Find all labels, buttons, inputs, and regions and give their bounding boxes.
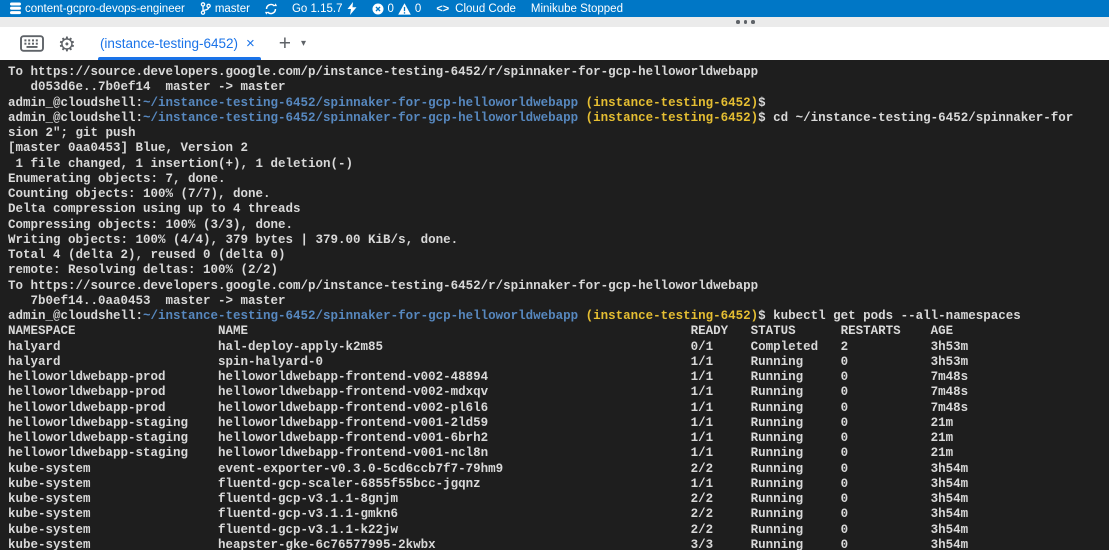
code-brackets-icon: <> <box>436 3 449 15</box>
terminal-line: To https://source.developers.google.com/… <box>8 279 1109 294</box>
branch-label: master <box>215 3 250 15</box>
terminal-line: kube-system fluentd-gcp-v3.1.1-gmkn6 2/2… <box>8 507 1109 522</box>
keyboard-button[interactable] <box>20 35 44 52</box>
terminal-line: kube-system fluentd-gcp-v3.1.1-8gnjm 2/2… <box>8 492 1109 507</box>
sync-icon <box>265 3 277 15</box>
cloud-code-label: Cloud Code <box>455 3 516 15</box>
terminal-line: kube-system event-exporter-v0.3.0-5cd6cc… <box>8 462 1109 477</box>
terminal-line: 7b0ef14..0aa0453 master -> master <box>8 294 1109 309</box>
terminal-line: kube-system heapster-gke-6c76577995-2kwb… <box>8 538 1109 550</box>
terminal-line: Counting objects: 100% (7/7), done. <box>8 187 1109 202</box>
terminal-line: remote: Resolving deltas: 100% (2/2) <box>8 263 1109 278</box>
terminal-line: admin_@cloudshell:~/instance-testing-645… <box>8 309 1109 324</box>
terminal-line: kube-system fluentd-gcp-v3.1.1-k22jw 2/2… <box>8 523 1109 538</box>
warning-count: 0 <box>415 3 421 15</box>
terminal-line: NAMESPACE NAME READY STATUS RESTARTS AGE <box>8 324 1109 339</box>
statusbar-problems-item[interactable]: 0 0 <box>372 3 422 15</box>
statusbar-cloud-code-item[interactable]: <> Cloud Code <box>436 3 516 15</box>
plus-icon: + <box>279 35 291 53</box>
project-label: content-gcpro-devops-engineer <box>25 3 185 15</box>
error-count: 0 <box>388 3 394 15</box>
terminal[interactable]: To https://source.developers.google.com/… <box>0 60 1109 550</box>
terminal-line: halyard hal-deploy-apply-k2m85 0/1 Compl… <box>8 340 1109 355</box>
statusbar-project-item[interactable]: content-gcpro-devops-engineer <box>10 2 185 15</box>
terminal-line: [master 0aa0453] Blue, Version 2 <box>8 141 1109 156</box>
terminal-line: helloworldwebapp-prod helloworldwebapp-f… <box>8 385 1109 400</box>
go-version-label: Go 1.15.7 <box>292 3 343 15</box>
terminal-line: d053d6e..7b0ef14 master -> master <box>8 80 1109 95</box>
terminal-line: To https://source.developers.google.com/… <box>8 65 1109 80</box>
terminal-line: admin_@cloudshell:~/instance-testing-645… <box>8 111 1109 126</box>
panel-resize-strip[interactable] <box>0 17 1109 27</box>
status-bar: content-gcpro-devops-engineer master Go … <box>0 0 1109 17</box>
terminal-line: 1 file changed, 1 insertion(+), 1 deleti… <box>8 157 1109 172</box>
tab-label: (instance-testing-6452) <box>100 36 238 51</box>
chevron-down-icon: ▾ <box>301 38 306 49</box>
terminal-line: halyard spin-halyard-0 1/1 Running 0 3h5… <box>8 355 1109 370</box>
terminal-line: admin_@cloudshell:~/instance-testing-645… <box>8 96 1109 111</box>
statusbar-go-item[interactable]: Go 1.15.7 <box>292 2 357 15</box>
statusbar-sync-item[interactable] <box>265 3 277 15</box>
database-icon <box>10 2 21 15</box>
tab-instance-testing-6452[interactable]: (instance-testing-6452) × <box>98 27 261 60</box>
terminal-line: sion 2"; git push <box>8 126 1109 141</box>
lightning-icon <box>347 2 357 15</box>
drag-handle-icon[interactable] <box>736 20 755 24</box>
minikube-status-label: Minikube Stopped <box>531 3 623 15</box>
terminal-line: Enumerating objects: 7, done. <box>8 172 1109 187</box>
statusbar-minikube-item[interactable]: Minikube Stopped <box>531 3 623 15</box>
terminal-line: Writing objects: 100% (4/4), 379 bytes |… <box>8 233 1109 248</box>
terminal-line: kube-system fluentd-gcp-scaler-6855f55bc… <box>8 477 1109 492</box>
terminal-line: Compressing objects: 100% (3/3), done. <box>8 218 1109 233</box>
tab-options-button[interactable]: ▾ <box>301 38 306 49</box>
terminal-line: helloworldwebapp-prod helloworldwebapp-f… <box>8 401 1109 416</box>
add-tab-button[interactable]: + <box>279 35 291 53</box>
warning-icon <box>398 3 411 15</box>
settings-button[interactable]: ⚙ <box>58 34 76 54</box>
statusbar-branch-item[interactable]: master <box>200 2 250 15</box>
terminal-tab-bar: ⚙ (instance-testing-6452) × + ▾ <box>0 27 1109 60</box>
tab-active-indicator <box>98 57 261 60</box>
terminal-line: helloworldwebapp-staging helloworldwebap… <box>8 446 1109 461</box>
terminal-line: helloworldwebapp-prod helloworldwebapp-f… <box>8 370 1109 385</box>
terminal-line: helloworldwebapp-staging helloworldwebap… <box>8 416 1109 431</box>
close-icon[interactable]: × <box>246 37 255 51</box>
error-icon <box>372 3 384 15</box>
keyboard-icon <box>20 35 44 52</box>
gear-icon: ⚙ <box>58 34 76 54</box>
terminal-line: Total 4 (delta 2), reused 0 (delta 0) <box>8 248 1109 263</box>
git-branch-icon <box>200 2 211 15</box>
terminal-line: Delta compression using up to 4 threads <box>8 202 1109 217</box>
terminal-output: To https://source.developers.google.com/… <box>8 65 1109 550</box>
terminal-line: helloworldwebapp-staging helloworldwebap… <box>8 431 1109 446</box>
